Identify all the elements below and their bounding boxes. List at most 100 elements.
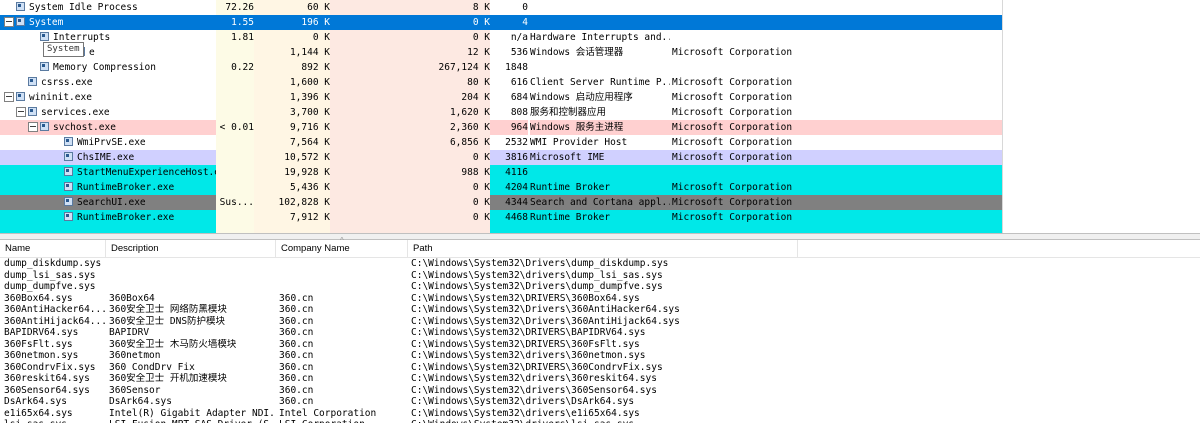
dll-row[interactable]: 360FsFlt.sys 360安全卫士 木马防火墙模块 360.cn C:\Wind… xyxy=(0,339,1200,351)
process-pid: 2532 xyxy=(505,137,528,148)
process-tree[interactable]: System Idle Process 72.26 60 K8 K 0 System 1.… xyxy=(0,0,1003,233)
process-company xyxy=(672,0,802,15)
process-description: Hardware Interrupts and... xyxy=(530,32,670,43)
process-working-set: 1,620 K xyxy=(330,105,490,120)
column-header-path[interactable]: Path xyxy=(408,240,798,257)
collapse-icon[interactable] xyxy=(4,91,14,102)
process-name-cell: svchost.exe xyxy=(0,120,244,135)
process-cpu xyxy=(216,165,254,180)
process-private-bytes: 0 K xyxy=(254,30,330,45)
process-private-bytes: 102,828 K xyxy=(254,195,330,210)
dll-row[interactable]: lsi_sas.sysLSI Fusion-MPT SAS Driver (S.… xyxy=(0,419,1200,423)
dll-description: DsArk64.sys xyxy=(109,396,172,407)
collapse-icon[interactable] xyxy=(28,121,38,132)
dll-description: 360 CondDrv Fix xyxy=(109,361,195,373)
process-name-cell: Memory Compression xyxy=(0,60,244,75)
pane-splitter[interactable] xyxy=(0,233,1200,240)
process-private-bytes: 892 K xyxy=(254,60,330,75)
process-pid: n/a xyxy=(510,32,528,43)
process-working-set: 267,124 K xyxy=(330,60,490,75)
dll-name: lsi_sas.sys xyxy=(4,419,106,423)
process-row[interactable]: Memory Compression 0.22 892 K 267,124 K 1848 xyxy=(0,60,1002,75)
process-working-set: 0 K xyxy=(330,210,490,225)
dll-name: 360AntiHijack64... xyxy=(4,315,106,327)
process-cpu xyxy=(216,75,254,90)
process-company: Microsoft Corporation xyxy=(672,120,1002,135)
process-name: RuntimeBroker.exe xyxy=(77,182,175,193)
dll-row[interactable]: dump_lsi_sas.sys C:\Windows\System32\driv… xyxy=(0,270,1200,282)
process-row[interactable]: SearchUI.exe Sus... 102,828 K0 K 4344 Search… xyxy=(0,195,1002,210)
dll-description: 360安全卫士 木马防火墙模块 xyxy=(109,338,237,350)
process-company xyxy=(672,60,802,75)
dll-row[interactable]: 360AntiHacker64... 360安全卫士 网络防黑模块 360.cn C:… xyxy=(0,304,1200,316)
process-row[interactable]: System Idle Process 72.26 60 K8 K 0 xyxy=(0,0,1002,15)
process-icon xyxy=(64,182,73,191)
dll-row[interactable]: dump_diskdump.sys C:\Windows\System32\Dri… xyxy=(0,258,1200,270)
dll-path: C:\Windows\System32\DRIVERS\360Box64.sys xyxy=(411,292,640,304)
process-row[interactable]: RuntimeBroker.exe 7,912 K0 K 4468 Runtime B… xyxy=(0,210,1002,225)
process-row[interactable]: csrss.exe 1,600 K 80 K 616 Client Server Run… xyxy=(0,75,1002,90)
dll-description: Intel(R) Gigabit Adapter NDI... xyxy=(109,407,277,419)
process-icon xyxy=(28,77,37,86)
dll-company: 360.cn xyxy=(279,361,314,373)
process-private-bytes: 1,396 K xyxy=(254,90,330,105)
process-cpu: 72.26 xyxy=(216,0,254,15)
process-cpu xyxy=(216,150,254,165)
dll-row[interactable]: DsArk64.sys DsArk64.sys 360.cn C:\Windows\S… xyxy=(0,396,1200,408)
process-working-set: 0 K xyxy=(472,17,490,28)
process-company: Microsoft Corporation xyxy=(672,137,793,148)
process-pid: 4 xyxy=(522,17,528,28)
process-row[interactable]: ChsIME.exe 10,572 K0 K 3816 Microsoft IME Mi… xyxy=(0,150,1002,165)
process-row[interactable]: Interrupts 1.81 0 K0 Kn/a Hardware Interrup… xyxy=(0,30,1002,45)
dll-row[interactable]: 360reskit64.sys 360安全卫士 开机加速模块 360.cn C:\Wi… xyxy=(0,373,1200,385)
process-icon xyxy=(64,197,73,206)
dll-row[interactable]: dump_dumpfve.sys C:\Windows\System32\Driv… xyxy=(0,281,1200,293)
column-header-name[interactable]: Name xyxy=(0,240,106,257)
process-row[interactable]: StartMenuExperienceHost.exe 19,928 K 988 K… xyxy=(0,165,1002,180)
dll-path: C:\Windows\System32\drivers\lsi_sas.sys xyxy=(411,419,811,423)
dll-row[interactable]: 360Sensor64.sys 360Sensor 360.cn C:\Windows… xyxy=(0,385,1200,397)
dll-list[interactable]: dump_diskdump.sys C:\Windows\System32\Dri… xyxy=(0,258,1200,423)
dll-row[interactable]: 360CondrvFix.sys 360 CondDrv Fix 360.cn C:\… xyxy=(0,362,1200,374)
process-private-bytes: 10,572 K xyxy=(254,150,330,165)
process-icon xyxy=(40,62,49,71)
process-row[interactable]: RuntimeBroker.exe 5,436 K0 K 4204 Runtime B… xyxy=(0,180,1002,195)
dll-row[interactable]: 360Box64.sys 360Box64 360.cn C:\Windows\Sys… xyxy=(0,293,1200,305)
process-row[interactable]: WmiPrvSE.exe 7,564 K 6,856 K 2532 WMI Provid… xyxy=(0,135,1002,150)
process-row[interactable]: svchost.exe < 0.01 9,716 K 2,360 K 964 Window… xyxy=(0,120,1002,135)
process-row[interactable]: e 1,144 K 12 K 536 Windows 会话管理器 Microsoft Co… xyxy=(0,45,1002,60)
collapse-icon[interactable] xyxy=(4,16,14,27)
process-name: svchost.exe xyxy=(53,122,116,133)
dll-row[interactable]: 360AntiHijack64... 360安全卫士 DNS防护模块 360.cn C… xyxy=(0,316,1200,328)
dll-description: 360安全卫士 开机加速模块 xyxy=(109,373,227,384)
dll-row[interactable]: 360netmon.sys 360netmon 360.cn C:\Windows\S… xyxy=(0,350,1200,362)
dll-company: 360.cn xyxy=(279,304,314,315)
column-header-description[interactable]: Description xyxy=(106,240,276,257)
process-working-set: 0 K xyxy=(330,195,490,210)
process-row[interactable] xyxy=(0,225,1002,233)
dll-name: dump_diskdump.sys xyxy=(4,258,102,269)
dll-path: C:\Windows\System32\DRIVERS\360CondrvFix… xyxy=(411,361,663,373)
dll-name: 360reskit64.sys xyxy=(4,373,90,384)
collapse-icon[interactable] xyxy=(16,106,26,117)
dll-description: LSI Fusion-MPT SAS Driver (S... xyxy=(109,419,277,423)
process-icon xyxy=(64,137,73,146)
process-cpu xyxy=(216,225,254,233)
process-row[interactable]: services.exe 3,700 K 1,620 K 808 服务和控制器应用 Mic… xyxy=(0,105,1002,120)
dll-row[interactable]: BAPIDRV64.sys BAPIDRV 360.cn C:\Windows\Sys… xyxy=(0,327,1200,339)
process-company: Microsoft Corporation xyxy=(672,47,793,58)
process-description: Client Server Runtime P... xyxy=(530,77,670,88)
dll-row[interactable]: e1i65x64.sys Intel(R) Gigabit Adapter NDI… xyxy=(0,408,1200,420)
process-company xyxy=(672,15,802,30)
process-description: WMI Provider Host xyxy=(530,137,628,148)
process-company: Microsoft Corporation xyxy=(672,152,793,163)
process-icon xyxy=(40,32,49,41)
dll-path: C:\Windows\System32\drivers\360Sensor64.… xyxy=(411,384,657,396)
process-name-cell: csrss.exe xyxy=(0,75,232,90)
process-cpu: 0.22 xyxy=(216,60,254,75)
dll-company: 360.cn xyxy=(279,350,314,361)
process-row[interactable]: wininit.exe 1,396 K 204 K 684 Windows 启动应用程序… xyxy=(0,90,1002,105)
process-description: Runtime Broker xyxy=(530,212,611,223)
process-row[interactable]: System 1.55 196 K 0 K 4 xyxy=(0,15,1002,30)
process-pid: 684 xyxy=(510,92,528,103)
